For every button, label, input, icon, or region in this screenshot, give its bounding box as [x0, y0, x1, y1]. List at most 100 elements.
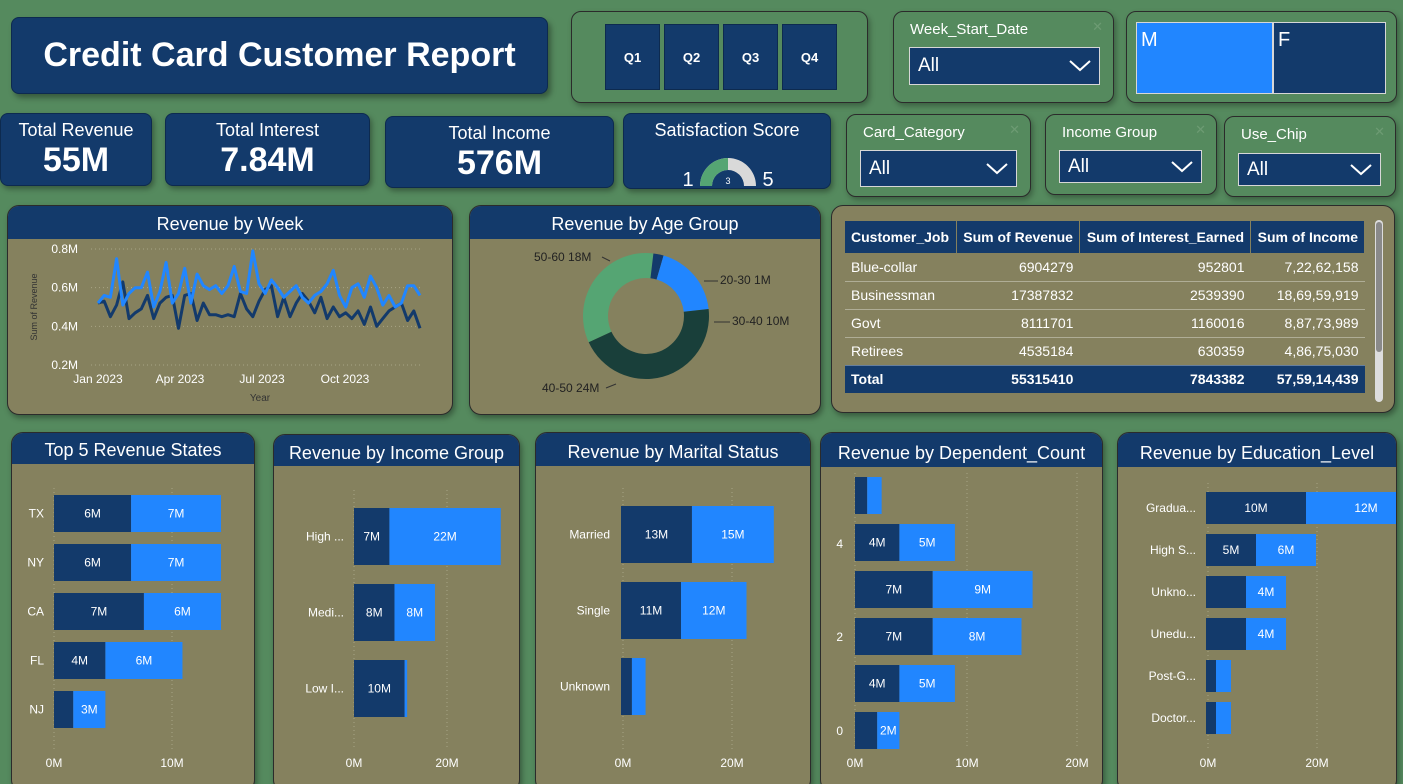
bar-segment — [621, 658, 632, 715]
x-tick-label: 0M — [847, 756, 864, 770]
donut-slice — [656, 255, 709, 312]
q2-button[interactable]: Q2 — [664, 24, 719, 90]
top-states-chart[interactable]: 0M 10M 6M 7M TX 6M 7M NY 7M 6M CA 4M 6M FL 3M NJ — [12, 433, 255, 784]
table-row[interactable]: Businessman 17387832 2539390 18,69,59,91… — [845, 281, 1365, 310]
y-tick-label: 0.6M — [51, 281, 78, 295]
revenue-by-week-chart[interactable]: 0.2M 0.4M 0.6M 0.8M Jan 2023 Apr 2023 Jul 2023… — [8, 206, 453, 415]
revenue-by-week-card: Revenue by Week 0.2M 0.4M 0.6M 0.8M Jan 2023… — [7, 205, 453, 415]
dependent-count-card: Revenue by Dependent_Count 0M 10M 20M 4M 5M 7… — [820, 432, 1103, 784]
table-row[interactable]: Blue-collar 6904279 952801 7,22,62,158 — [845, 253, 1365, 282]
use-chip-slicer: Use_Chip ✕ All — [1224, 116, 1396, 197]
table-cell: Blue-collar — [845, 253, 957, 282]
x-tick-label: Jul 2023 — [239, 372, 285, 386]
kpi-value: 576M — [456, 144, 543, 182]
category-label: High S... — [1150, 543, 1196, 557]
table-cell: 6904279 — [956, 253, 1080, 282]
data-label: 6M — [174, 605, 191, 619]
column-header[interactable]: Customer_Job — [845, 221, 957, 253]
category-label: Gradua... — [1146, 501, 1196, 515]
gauge-fill — [700, 158, 728, 186]
bar-segment — [1206, 618, 1246, 650]
data-label: 6M — [84, 507, 101, 521]
week-start-dropdown[interactable]: All — [909, 47, 1100, 85]
clear-icon[interactable]: ✕ — [1374, 125, 1385, 140]
scrollbar-thumb[interactable] — [1376, 222, 1382, 352]
slice-label: 50-60 18M — [534, 250, 591, 264]
category-label: Unkno... — [1151, 585, 1196, 599]
table-row[interactable]: Retirees 4535184 630359 4,86,75,030 — [845, 337, 1365, 366]
gender-m-button[interactable]: M — [1136, 22, 1273, 94]
education-level-chart[interactable]: 0M 20M 10M 12M Gradua... 5M 6M High S... 4M Unkno… — [1118, 433, 1397, 784]
table-cell: 8,87,73,989 — [1250, 309, 1365, 338]
gender-f-button[interactable]: F — [1273, 22, 1386, 94]
q3-button[interactable]: Q3 — [723, 24, 778, 90]
card-category-slicer: Card_Category ✕ All — [846, 114, 1031, 197]
q4-button[interactable]: Q4 — [782, 24, 837, 90]
data-label: 10M — [368, 682, 391, 696]
table-cell: Businessman — [845, 281, 957, 310]
chevron-down-icon — [1069, 60, 1091, 72]
x-axis-label: Year — [250, 393, 271, 404]
table-cell: 952801 — [1079, 253, 1251, 282]
table-cell: 630359 — [1079, 337, 1251, 366]
kpi-value: 7.84M — [220, 141, 315, 179]
card-category-value: All — [869, 157, 891, 179]
income-group-chart[interactable]: 0M 20M 7M 22M High ... 8M 8M Medi... 10M Low I... — [274, 435, 520, 784]
card-category-label: Card_Category — [863, 124, 965, 141]
column-header[interactable]: Sum of Interest_Earned — [1079, 221, 1252, 253]
income-group-value: All — [1068, 155, 1090, 177]
card-category-dropdown[interactable]: All — [860, 150, 1017, 187]
table-scrollbar[interactable] — [1375, 220, 1383, 402]
revenue-by-age-card: Revenue by Age Group 50-60 18M 20-30 1M 30… — [469, 205, 821, 415]
kpi-label: Total Income — [448, 123, 551, 143]
data-label: 15M — [721, 528, 744, 542]
data-label: 5M — [1223, 543, 1240, 557]
clear-icon[interactable]: ✕ — [1092, 20, 1103, 35]
category-label: Unedu... — [1151, 627, 1196, 641]
data-label: 6M — [1278, 543, 1295, 557]
data-label: 10M — [1244, 501, 1267, 515]
data-label: 4M — [71, 654, 88, 668]
category-label: CA — [27, 605, 44, 619]
data-label: 7M — [363, 530, 380, 544]
category-label: Low I... — [305, 682, 344, 696]
x-tick-label: 0M — [615, 756, 632, 770]
table-cell: 2539390 — [1079, 281, 1251, 310]
income-group-dropdown[interactable]: All — [1059, 150, 1202, 183]
marital-status-card: Revenue by Marital Status 0M 20M 13M 15M Mar… — [535, 432, 811, 784]
bar-segment — [855, 712, 878, 749]
column-header[interactable]: Sum of Revenue — [956, 221, 1080, 253]
gauge-min: 1 — [682, 169, 693, 190]
table-cell: 8111701 — [956, 309, 1080, 338]
bar-segment — [1206, 660, 1216, 692]
table-cell: 4,86,75,030 — [1250, 337, 1365, 366]
data-label: 8M — [969, 630, 986, 644]
data-label: 4M — [869, 536, 886, 550]
y-tick-label: 0.2M — [51, 358, 78, 372]
chevron-down-icon — [1350, 163, 1372, 175]
table-row[interactable]: Govt 8111701 1160016 8,87,73,989 — [845, 309, 1365, 338]
clear-icon[interactable]: ✕ — [1195, 123, 1206, 138]
use-chip-value: All — [1247, 158, 1269, 180]
education-level-card: Revenue by Education_Level 0M 20M 10M 12M Gr… — [1117, 432, 1397, 784]
income-group-card: Revenue by Income Group 0M 20M 7M 22M High .… — [273, 434, 520, 784]
category-label: Post-G... — [1149, 669, 1196, 683]
category-label: NJ — [29, 703, 44, 717]
q1-button[interactable]: Q1 — [605, 24, 660, 90]
bar-segment — [54, 691, 74, 728]
y-tick-label: 2 — [836, 630, 843, 644]
data-label: 9M — [974, 583, 991, 597]
revenue-by-age-chart[interactable]: 50-60 18M 20-30 1M 30-40 10M 40-50 24M — [470, 206, 821, 415]
clear-icon[interactable]: ✕ — [1009, 123, 1020, 138]
data-label: 4M — [869, 677, 886, 691]
data-label: 4M — [1258, 627, 1275, 641]
column-header[interactable]: Sum of Income — [1250, 221, 1365, 253]
customer-job-table-card: Customer_Job Sum of Revenue Sum of Inter… — [831, 205, 1395, 413]
slice-label: 40-50 24M — [542, 381, 599, 395]
table-cell: 18,69,59,919 — [1250, 281, 1365, 310]
dependent-count-chart[interactable]: 0M 10M 20M 4M 5M 7M 9M 7M 8M 4M 5M 2M 4 2 0 — [821, 433, 1103, 784]
marital-status-chart[interactable]: 0M 20M 13M 15M Married 11M 12M Single Unknown — [536, 433, 811, 784]
data-label: 4M — [1258, 585, 1275, 599]
use-chip-dropdown[interactable]: All — [1238, 153, 1381, 186]
x-tick-label: 20M — [435, 756, 458, 770]
